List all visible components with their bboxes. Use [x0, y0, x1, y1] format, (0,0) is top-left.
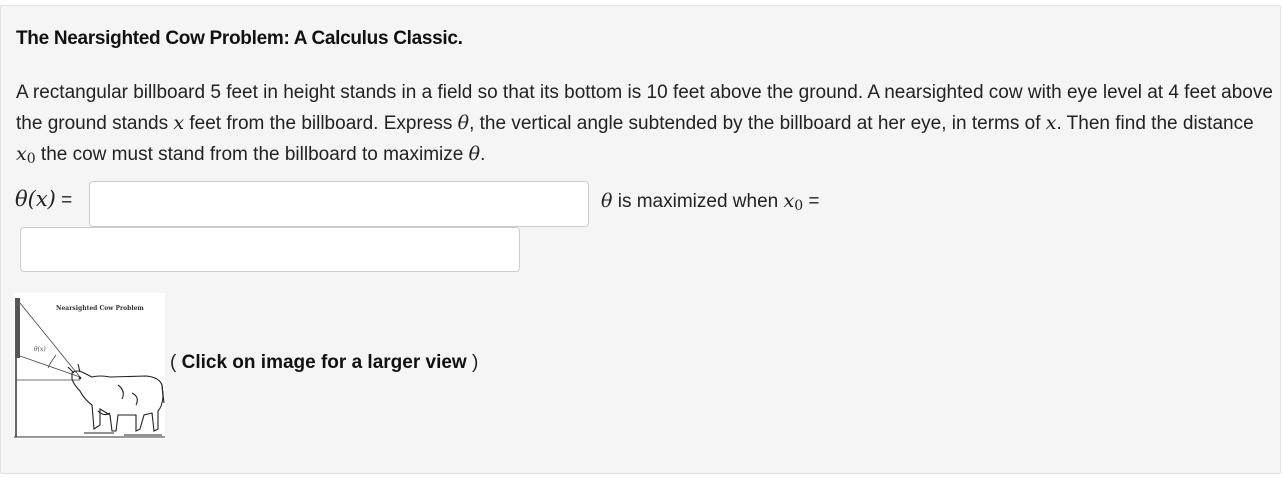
math-theta: θ [468, 143, 481, 165]
cow-icon [67, 363, 165, 436]
x0-answer-label: θ is maximized when x0 = [601, 190, 820, 214]
problem-text: , the vertical angle subtended by the bi… [469, 113, 1046, 134]
problem-title: The Nearsighted Cow Problem: A Calculus … [16, 28, 463, 49]
angle-label: θ(x) [34, 346, 46, 353]
problem-text: feet from the billboard. Express [184, 113, 458, 134]
cow-eye-icon [78, 376, 82, 380]
math-x0: x0 [783, 190, 804, 214]
cow-figure-image: θ(x) Nearsighted Cow Problem [14, 298, 165, 438]
billboard-icon [15, 298, 20, 358]
math-theta-of-x: θ(x) [15, 187, 56, 211]
math-x0: x0 [16, 143, 36, 167]
math-theta: θ [457, 112, 470, 134]
problem-text: the cow must stand from the billboard to… [35, 144, 469, 165]
problem-text: . [480, 144, 486, 165]
math-x: x [173, 112, 185, 134]
math-x: x [1045, 112, 1057, 134]
theta-answer-label: θ(x) = [15, 187, 73, 211]
theta-answer-input[interactable] [89, 181, 589, 227]
math-theta: θ [601, 190, 613, 212]
image-click-hint: ( Click on image for a larger view ) [170, 352, 479, 373]
cow-figure-thumbnail[interactable]: θ(x) Nearsighted Cow Problem [14, 293, 165, 439]
problem-statement: A rectangular billboard 5 feet in height… [16, 78, 1278, 174]
figure-caption: Nearsighted Cow Problem [56, 305, 144, 312]
x0-answer-input[interactable] [20, 227, 520, 272]
problem-text: . Then find the distance [1056, 113, 1254, 134]
